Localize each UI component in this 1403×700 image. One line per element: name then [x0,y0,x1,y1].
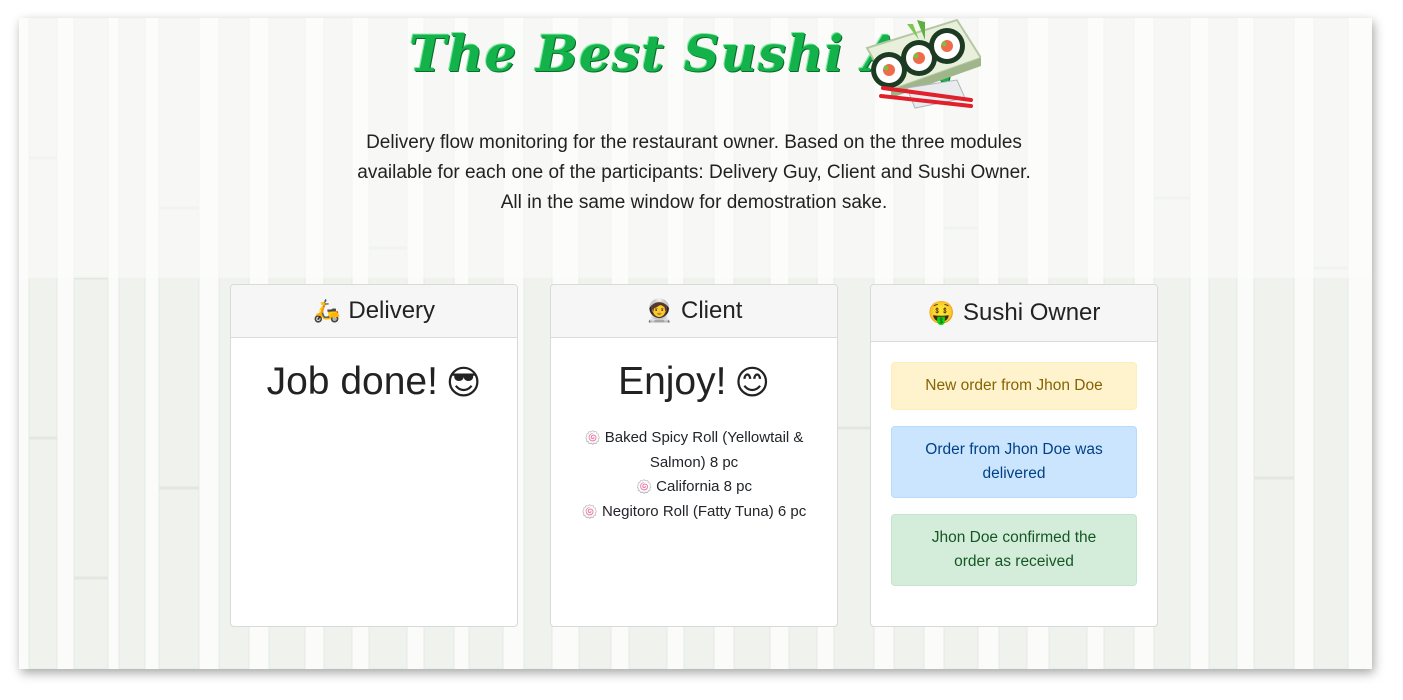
smiling-face-icon: 😊 [734,363,770,403]
scooter-icon: 🛵 [312,298,341,324]
delivery-status: Job done! 😎 [231,360,517,404]
list-item: 🍥 Baked Spicy Roll (Yellowtail & Salmon) … [571,426,817,475]
notification-delivered: Order from Jhon Doe was delivered [891,426,1137,498]
delivery-card-title: Delivery [348,297,436,324]
owner-card: 🤑 Sushi Owner New order from Jhon Doe Or… [870,284,1158,627]
fish-cake-icon: 🍥 [584,431,601,446]
delivery-card-header: 🛵 Delivery [231,285,517,338]
list-item: 🍥 California 8 pc [571,475,817,500]
list-item: 🍥 Negitoro Roll (Fatty Tuna) 6 pc [571,500,817,525]
intro-text: Delivery flow monitoring for the restaur… [357,132,1031,213]
order-item-text: Baked Spicy Roll (Yellowtail & Salmon) 8… [604,429,804,471]
client-status: Enjoy! 😊 [551,360,837,404]
client-status-text: Enjoy! [618,360,727,403]
sushi-roll-icon [865,18,981,109]
notification-new-order: New order from Jhon Doe [891,362,1137,410]
order-item-text: California 8 pc [656,478,753,495]
delivery-status-text: Job done! [266,360,438,403]
delivery-card: 🛵 Delivery Job done! 😎 [230,284,518,627]
client-card-title: Client [681,297,743,324]
app-window: The Best Sushi App Delivery flow monitor… [19,18,1372,669]
client-card: 🧑‍🚀 Client Enjoy! 😊 🍥 Baked Spicy Roll (Ye… [550,284,838,627]
owner-card-title: Sushi Owner [963,299,1101,326]
order-item-text: Negitoro Roll (Fatty Tuna) 6 pc [601,503,807,520]
notification-confirmed: Jhon Doe confirmed the order as received [891,514,1137,586]
fish-cake-icon: 🍥 [635,480,653,495]
owner-card-header: 🤑 Sushi Owner [871,285,1157,342]
fish-cake-icon: 🍥 [581,505,598,520]
sunglasses-face-icon: 😎 [445,363,482,403]
order-items-list: 🍥 Baked Spicy Roll (Yellowtail & Salmon) … [551,426,837,525]
client-card-header: 🧑‍🚀 Client [551,285,837,338]
app-header: The Best Sushi App [19,18,1372,118]
astronaut-icon: 🧑‍🚀 [645,298,674,324]
money-mouth-face-icon: 🤑 [927,300,955,326]
